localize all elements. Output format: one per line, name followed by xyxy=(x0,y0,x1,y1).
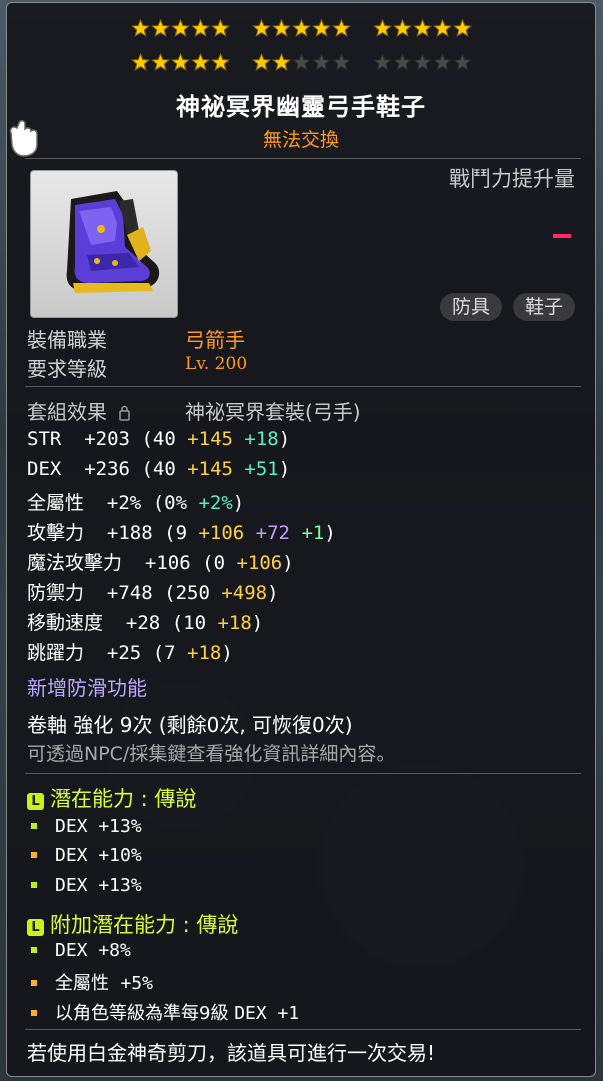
star-group xyxy=(251,53,351,72)
additional-potential-line: DEX +8% xyxy=(31,940,131,961)
stat-name: STR xyxy=(27,428,62,450)
star-filled-icon xyxy=(130,53,150,71)
stat-magic-attack: 魔法攻擊力 +106 (0 +106) xyxy=(27,552,294,574)
star-empty-icon xyxy=(452,53,472,71)
purple-boot-icon xyxy=(66,191,160,293)
stat-name: 全屬性 xyxy=(27,492,85,514)
star-empty-icon xyxy=(331,53,351,71)
item-tooltip: 神祕冥界幽靈弓手鞋子 無法交換 戰鬥力提升量 防具 鞋子 裝備職業 弓箭手 要求… xyxy=(6,2,596,1077)
stat-name: DEX xyxy=(27,458,62,480)
stat-defense: 防禦力 +748 (250 +498) xyxy=(27,582,279,604)
star-empty-icon xyxy=(412,53,432,71)
job-requirement: 裝備職業 xyxy=(27,324,107,353)
potential-line: DEX +13% xyxy=(31,875,142,896)
star-filled-icon xyxy=(210,19,230,37)
star-group xyxy=(372,53,472,72)
star-force-row-2 xyxy=(7,53,595,72)
stat-allstat: 全屬性 +2% (0% +2%) xyxy=(27,492,245,514)
star-filled-icon xyxy=(130,19,150,37)
stat-jump: 跳躍力 +25 (7 +18) xyxy=(27,642,233,664)
lock-icon xyxy=(119,405,131,421)
anti-slip-text: 新增防滑功能 xyxy=(27,676,147,700)
level-requirement: 要求等級 xyxy=(27,353,107,382)
divider xyxy=(25,386,581,387)
set-name: 神祕冥界套裝(弓手) xyxy=(185,400,361,424)
star-filled-icon xyxy=(170,53,190,71)
bullet-icon xyxy=(31,882,37,888)
item-name: 神祕冥界幽靈弓手鞋子 xyxy=(176,93,426,121)
star-filled-icon xyxy=(412,19,432,37)
combat-power-value xyxy=(553,234,571,238)
star-filled-icon xyxy=(251,19,271,37)
stat-name: 防禦力 xyxy=(27,582,85,604)
star-filled-icon xyxy=(372,19,392,37)
star-group xyxy=(251,19,351,38)
stat-name: 移動速度 xyxy=(27,612,104,634)
additional-potential-header: L 附加潛在能力 : 傳說 xyxy=(27,909,238,939)
combat-power-label: 戰鬥力提升量 xyxy=(449,167,575,191)
star-group xyxy=(372,19,472,38)
star-filled-icon xyxy=(210,53,230,71)
stat-dex: DEX +236 (40 +145 +51) xyxy=(27,458,291,480)
star-empty-icon xyxy=(372,53,392,71)
set-label: 套組效果 xyxy=(27,400,107,424)
star-empty-icon xyxy=(291,53,311,71)
bullet-icon xyxy=(31,823,37,829)
divider xyxy=(25,773,581,774)
bullet-icon xyxy=(31,980,37,986)
scissors-trade-note: 若使用白金神奇剪刀，該道具可進行一次交易! xyxy=(27,1041,436,1065)
item-icon-frame xyxy=(30,170,178,318)
stat-name: 攻擊力 xyxy=(27,522,85,544)
star-force-row-1 xyxy=(7,19,595,38)
star-group xyxy=(130,53,230,72)
stat-attack: 攻擊力 +188 (9 +106 +72 +1) xyxy=(27,522,336,544)
additional-potential-line: 以角色等級為準每9級 DEX +1 xyxy=(31,999,299,1025)
stat-name: 魔法攻擊力 xyxy=(27,552,123,574)
divider xyxy=(25,158,581,159)
star-empty-icon xyxy=(432,53,452,71)
legendary-badge-icon: L xyxy=(27,919,44,936)
star-filled-icon xyxy=(170,19,190,37)
tag-shoes: 鞋子 xyxy=(512,293,575,321)
bullet-icon xyxy=(31,947,37,953)
level-value: Lv. 200 xyxy=(185,354,248,374)
potential-header: L 潛在能力 : 傳說 xyxy=(27,783,196,813)
job-value: 弓箭手 xyxy=(185,328,245,352)
star-filled-icon xyxy=(150,19,170,37)
scroll-upgrade-text: 卷軸 強化 9次 (剩餘0次, 可恢復0次) xyxy=(27,713,353,737)
stat-speed: 移動速度 +28 (10 +18) xyxy=(27,612,264,634)
divider xyxy=(25,1029,581,1030)
upgrade-hint-text: 可透過NPC/採集鍵查看強化資訊詳細內容。 xyxy=(27,743,396,765)
star-filled-icon xyxy=(190,53,210,71)
star-filled-icon xyxy=(311,19,331,37)
legendary-badge-icon: L xyxy=(27,793,44,810)
bullet-icon xyxy=(31,1010,37,1016)
potential-line: DEX +13% xyxy=(31,816,142,837)
star-group xyxy=(130,19,230,38)
tag-armor: 防具 xyxy=(439,293,502,321)
set-effect: 套組效果 xyxy=(27,396,131,425)
star-filled-icon xyxy=(331,19,351,37)
star-filled-icon xyxy=(150,53,170,71)
stat-str: STR +203 (40 +145 +18) xyxy=(27,428,291,450)
star-filled-icon xyxy=(251,53,271,71)
star-filled-icon xyxy=(432,19,452,37)
star-filled-icon xyxy=(271,53,291,71)
star-filled-icon xyxy=(190,19,210,37)
additional-potential-line: 全屬性 +5% xyxy=(31,969,153,995)
stat-name: 跳躍力 xyxy=(27,642,85,664)
star-empty-icon xyxy=(311,53,331,71)
potential-line: DEX +10% xyxy=(31,845,142,866)
star-empty-icon xyxy=(392,53,412,71)
star-filled-icon xyxy=(392,19,412,37)
bullet-icon xyxy=(31,852,37,858)
star-filled-icon xyxy=(291,19,311,37)
trade-status: 無法交換 xyxy=(262,129,339,151)
job-label: 裝備職業 xyxy=(27,328,107,352)
level-label: 要求等級 xyxy=(27,357,107,381)
star-filled-icon xyxy=(271,19,291,37)
star-filled-icon xyxy=(452,19,472,37)
